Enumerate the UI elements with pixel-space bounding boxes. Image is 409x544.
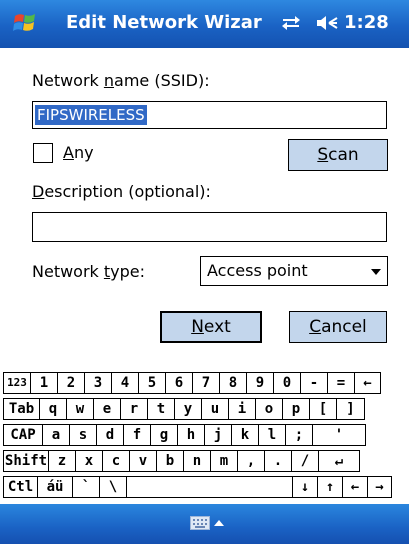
key-e[interactable]: e	[93, 398, 121, 420]
key-slash[interactable]: /	[291, 450, 319, 472]
scan-button[interactable]: Scan	[288, 139, 388, 171]
key-shift[interactable]: Shift	[3, 450, 49, 472]
key-u[interactable]: u	[201, 398, 229, 420]
window-title: Edit Network Wizar	[66, 12, 262, 33]
dropdown-arrow-icon[interactable]	[371, 269, 381, 275]
key-1[interactable]: 1	[30, 372, 58, 394]
key-equals[interactable]: =	[327, 372, 355, 394]
key-123[interactable]: 123	[3, 372, 31, 394]
key-open-bracket[interactable]: [	[309, 398, 337, 420]
key-o[interactable]: o	[255, 398, 283, 420]
keyboard-row-3: CAP a s d f g h j k l ; '	[3, 424, 366, 446]
next-button[interactable]: Next	[160, 311, 262, 343]
soft-keyboard: 123 1 2 3 4 5 6 7 8 9 0 - = ← Tab q w e …	[0, 366, 409, 504]
key-w[interactable]: w	[66, 398, 94, 420]
key-6[interactable]: 6	[165, 372, 193, 394]
ssid-value: FIPSWIRELESS	[35, 105, 147, 125]
menu-bar	[0, 504, 409, 544]
key-q[interactable]: q	[39, 398, 67, 420]
key-up-arrow[interactable]: ↑	[317, 476, 343, 498]
key-4[interactable]: 4	[111, 372, 139, 394]
key-2[interactable]: 2	[57, 372, 85, 394]
key-k[interactable]: k	[231, 424, 259, 446]
key-backspace[interactable]: ←	[354, 372, 381, 394]
any-label[interactable]: Any	[63, 143, 94, 162]
key-t[interactable]: t	[147, 398, 175, 420]
key-c[interactable]: c	[102, 450, 130, 472]
network-type-value: Access point	[207, 261, 308, 280]
key-i[interactable]: i	[228, 398, 256, 420]
key-enter[interactable]: ↵	[318, 450, 360, 472]
cancel-button[interactable]: Cancel	[289, 311, 387, 343]
description-input[interactable]	[32, 212, 387, 242]
keyboard-row-5: Ctl áü ` \ ↓ ↑ ← →	[3, 476, 392, 498]
key-9[interactable]: 9	[246, 372, 274, 394]
description-label: Description (optional):	[32, 182, 211, 201]
key-minus[interactable]: -	[300, 372, 328, 394]
key-caps[interactable]: CAP	[3, 424, 43, 446]
key-close-bracket[interactable]: ]	[336, 398, 365, 420]
keyboard-row-2: Tab q w e r t y u i o p [ ]	[3, 398, 365, 420]
volume-icon[interactable]	[315, 13, 339, 33]
key-0[interactable]: 0	[273, 372, 301, 394]
windows-flag-icon[interactable]	[12, 10, 40, 36]
key-5[interactable]: 5	[138, 372, 166, 394]
key-s[interactable]: s	[69, 424, 97, 446]
title-bar: Edit Network Wizar 1:28	[0, 0, 409, 48]
key-period[interactable]: .	[264, 450, 292, 472]
key-3[interactable]: 3	[84, 372, 112, 394]
key-n[interactable]: n	[183, 450, 211, 472]
keyboard-row-1: 123 1 2 3 4 5 6 7 8 9 0 - = ←	[3, 372, 381, 394]
network-type-label: Network type:	[32, 262, 146, 281]
key-z[interactable]: z	[48, 450, 76, 472]
key-p[interactable]: p	[282, 398, 310, 420]
clock[interactable]: 1:28	[344, 12, 389, 33]
key-g[interactable]: g	[150, 424, 178, 446]
keyboard-row-4: Shift z x c v b n m , . / ↵	[3, 450, 360, 472]
connectivity-icon[interactable]	[280, 13, 302, 33]
key-8[interactable]: 8	[219, 372, 247, 394]
key-v[interactable]: v	[129, 450, 157, 472]
key-x[interactable]: x	[75, 450, 103, 472]
key-d[interactable]: d	[96, 424, 124, 446]
keyboard-icon[interactable]	[190, 516, 210, 530]
key-r[interactable]: r	[120, 398, 148, 420]
key-y[interactable]: y	[174, 398, 202, 420]
key-left-arrow[interactable]: ←	[342, 476, 368, 498]
key-7[interactable]: 7	[192, 372, 220, 394]
key-ctrl[interactable]: Ctl	[3, 476, 38, 498]
key-accents[interactable]: áü	[37, 476, 73, 498]
key-comma[interactable]: ,	[237, 450, 265, 472]
key-m[interactable]: m	[210, 450, 238, 472]
input-panel-arrow-icon[interactable]	[214, 520, 224, 526]
network-type-select[interactable]: Access point	[200, 256, 388, 286]
key-a[interactable]: a	[42, 424, 70, 446]
ssid-label: Network name (SSID):	[32, 71, 210, 90]
key-f[interactable]: f	[123, 424, 151, 446]
key-l[interactable]: l	[258, 424, 286, 446]
key-apostrophe[interactable]: '	[312, 424, 366, 446]
key-space[interactable]	[126, 476, 293, 498]
key-down-arrow[interactable]: ↓	[292, 476, 318, 498]
key-b[interactable]: b	[156, 450, 184, 472]
key-right-arrow[interactable]: →	[367, 476, 392, 498]
key-j[interactable]: j	[204, 424, 232, 446]
ssid-input[interactable]: FIPSWIRELESS	[32, 101, 387, 129]
any-checkbox[interactable]	[33, 143, 53, 163]
key-tab[interactable]: Tab	[3, 398, 40, 420]
key-backtick[interactable]: `	[72, 476, 100, 498]
key-semicolon[interactable]: ;	[285, 424, 313, 446]
key-backslash[interactable]: \	[99, 476, 127, 498]
key-h[interactable]: h	[177, 424, 205, 446]
